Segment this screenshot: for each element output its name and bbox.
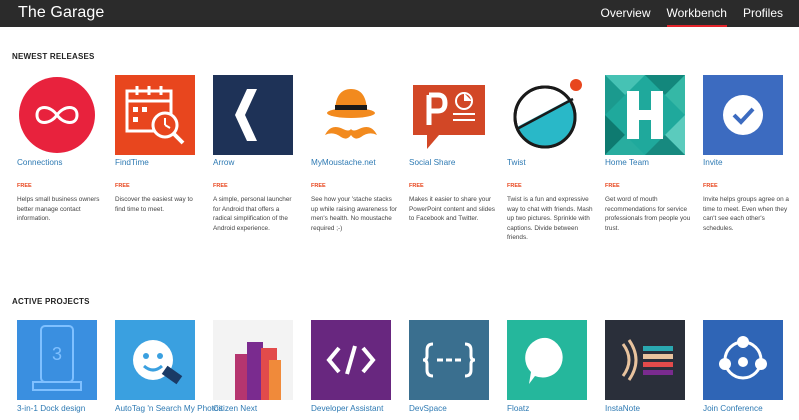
price-label: FREE (213, 183, 228, 189)
top-bar: The Garage Overview Workbench Profiles (0, 0, 799, 27)
app-description: A simple, personal launcher for Android … (213, 196, 292, 232)
app-description: Discover the easiest way to find time to… (115, 196, 193, 213)
project-name[interactable]: DevSpace (409, 403, 447, 414)
price-label: FREE (605, 183, 620, 189)
newest-releases-heading: NEWEST RELEASES (12, 52, 95, 61)
moustache-hat-icon[interactable] (311, 75, 391, 155)
app-name[interactable]: MyMoustache.net (311, 158, 376, 167)
infinity-icon[interactable] (17, 75, 97, 155)
price-label: FREE (17, 183, 32, 189)
svg-text:3: 3 (52, 344, 62, 364)
price-label: FREE (115, 183, 130, 189)
brand-title[interactable]: The Garage (18, 4, 104, 22)
project-name[interactable]: 3-in-1 Dock design (17, 403, 85, 414)
project-name[interactable]: Floatz (507, 403, 529, 414)
app-name[interactable]: Connections (17, 158, 63, 167)
building-bars-icon[interactable] (213, 320, 293, 400)
project-name[interactable]: Join Conference (703, 403, 763, 414)
speech-bubble-icon[interactable] (507, 320, 587, 400)
price-label: FREE (311, 183, 326, 189)
nav-workbench[interactable]: Workbench (666, 6, 728, 27)
project-name[interactable]: Developer Assistant (311, 403, 383, 414)
powerpoint-icon[interactable] (409, 75, 489, 155)
active-projects-heading: ACTIVE PROJECTS (12, 297, 90, 306)
main-nav: Overview Workbench Profiles (584, 6, 783, 27)
app-description: Get word of mouth recommendations for se… (605, 196, 691, 232)
app-description: Twist is a fun and expressive way to cha… (507, 196, 593, 241)
project-name[interactable]: InstaNote (605, 403, 640, 414)
sound-lines-icon[interactable] (605, 320, 685, 400)
app-description: See how your 'stache stacks up while rai… (311, 196, 397, 232)
app-name[interactable]: FindTime (115, 158, 149, 167)
code-brackets-icon[interactable] (311, 320, 391, 400)
twist-icon[interactable] (507, 75, 587, 155)
phone-dock-icon[interactable]: 3 (17, 320, 97, 400)
people-circle-icon[interactable] (703, 320, 783, 400)
app-name[interactable]: Home Team (605, 158, 649, 167)
app-description: Invite helps groups agree on a time to m… (703, 196, 789, 232)
app-name[interactable]: Arrow (213, 158, 234, 167)
app-name[interactable]: Twist (507, 158, 526, 167)
app-name[interactable]: Social Share (409, 158, 455, 167)
price-label: FREE (703, 183, 718, 189)
project-name[interactable]: AutoTag 'n Search My Photos (115, 403, 223, 414)
face-tag-icon[interactable] (115, 320, 195, 400)
letter-h-icon[interactable] (605, 75, 685, 155)
price-label: FREE (409, 183, 424, 189)
nav-overview[interactable]: Overview (600, 6, 650, 27)
project-name[interactable]: Citizen Next (213, 403, 257, 414)
app-description: Helps small business owners better manag… (17, 196, 100, 222)
app-description: Makes it easier to share your PowerPoint… (409, 196, 495, 222)
app-name[interactable]: Invite (703, 158, 723, 167)
price-label: FREE (507, 183, 522, 189)
calendar-search-icon[interactable] (115, 75, 195, 155)
chevron-left-icon[interactable] (213, 75, 293, 155)
nav-profiles[interactable]: Profiles (743, 6, 783, 27)
checkmark-icon[interactable] (703, 75, 783, 155)
curly-braces-icon[interactable] (409, 320, 489, 400)
